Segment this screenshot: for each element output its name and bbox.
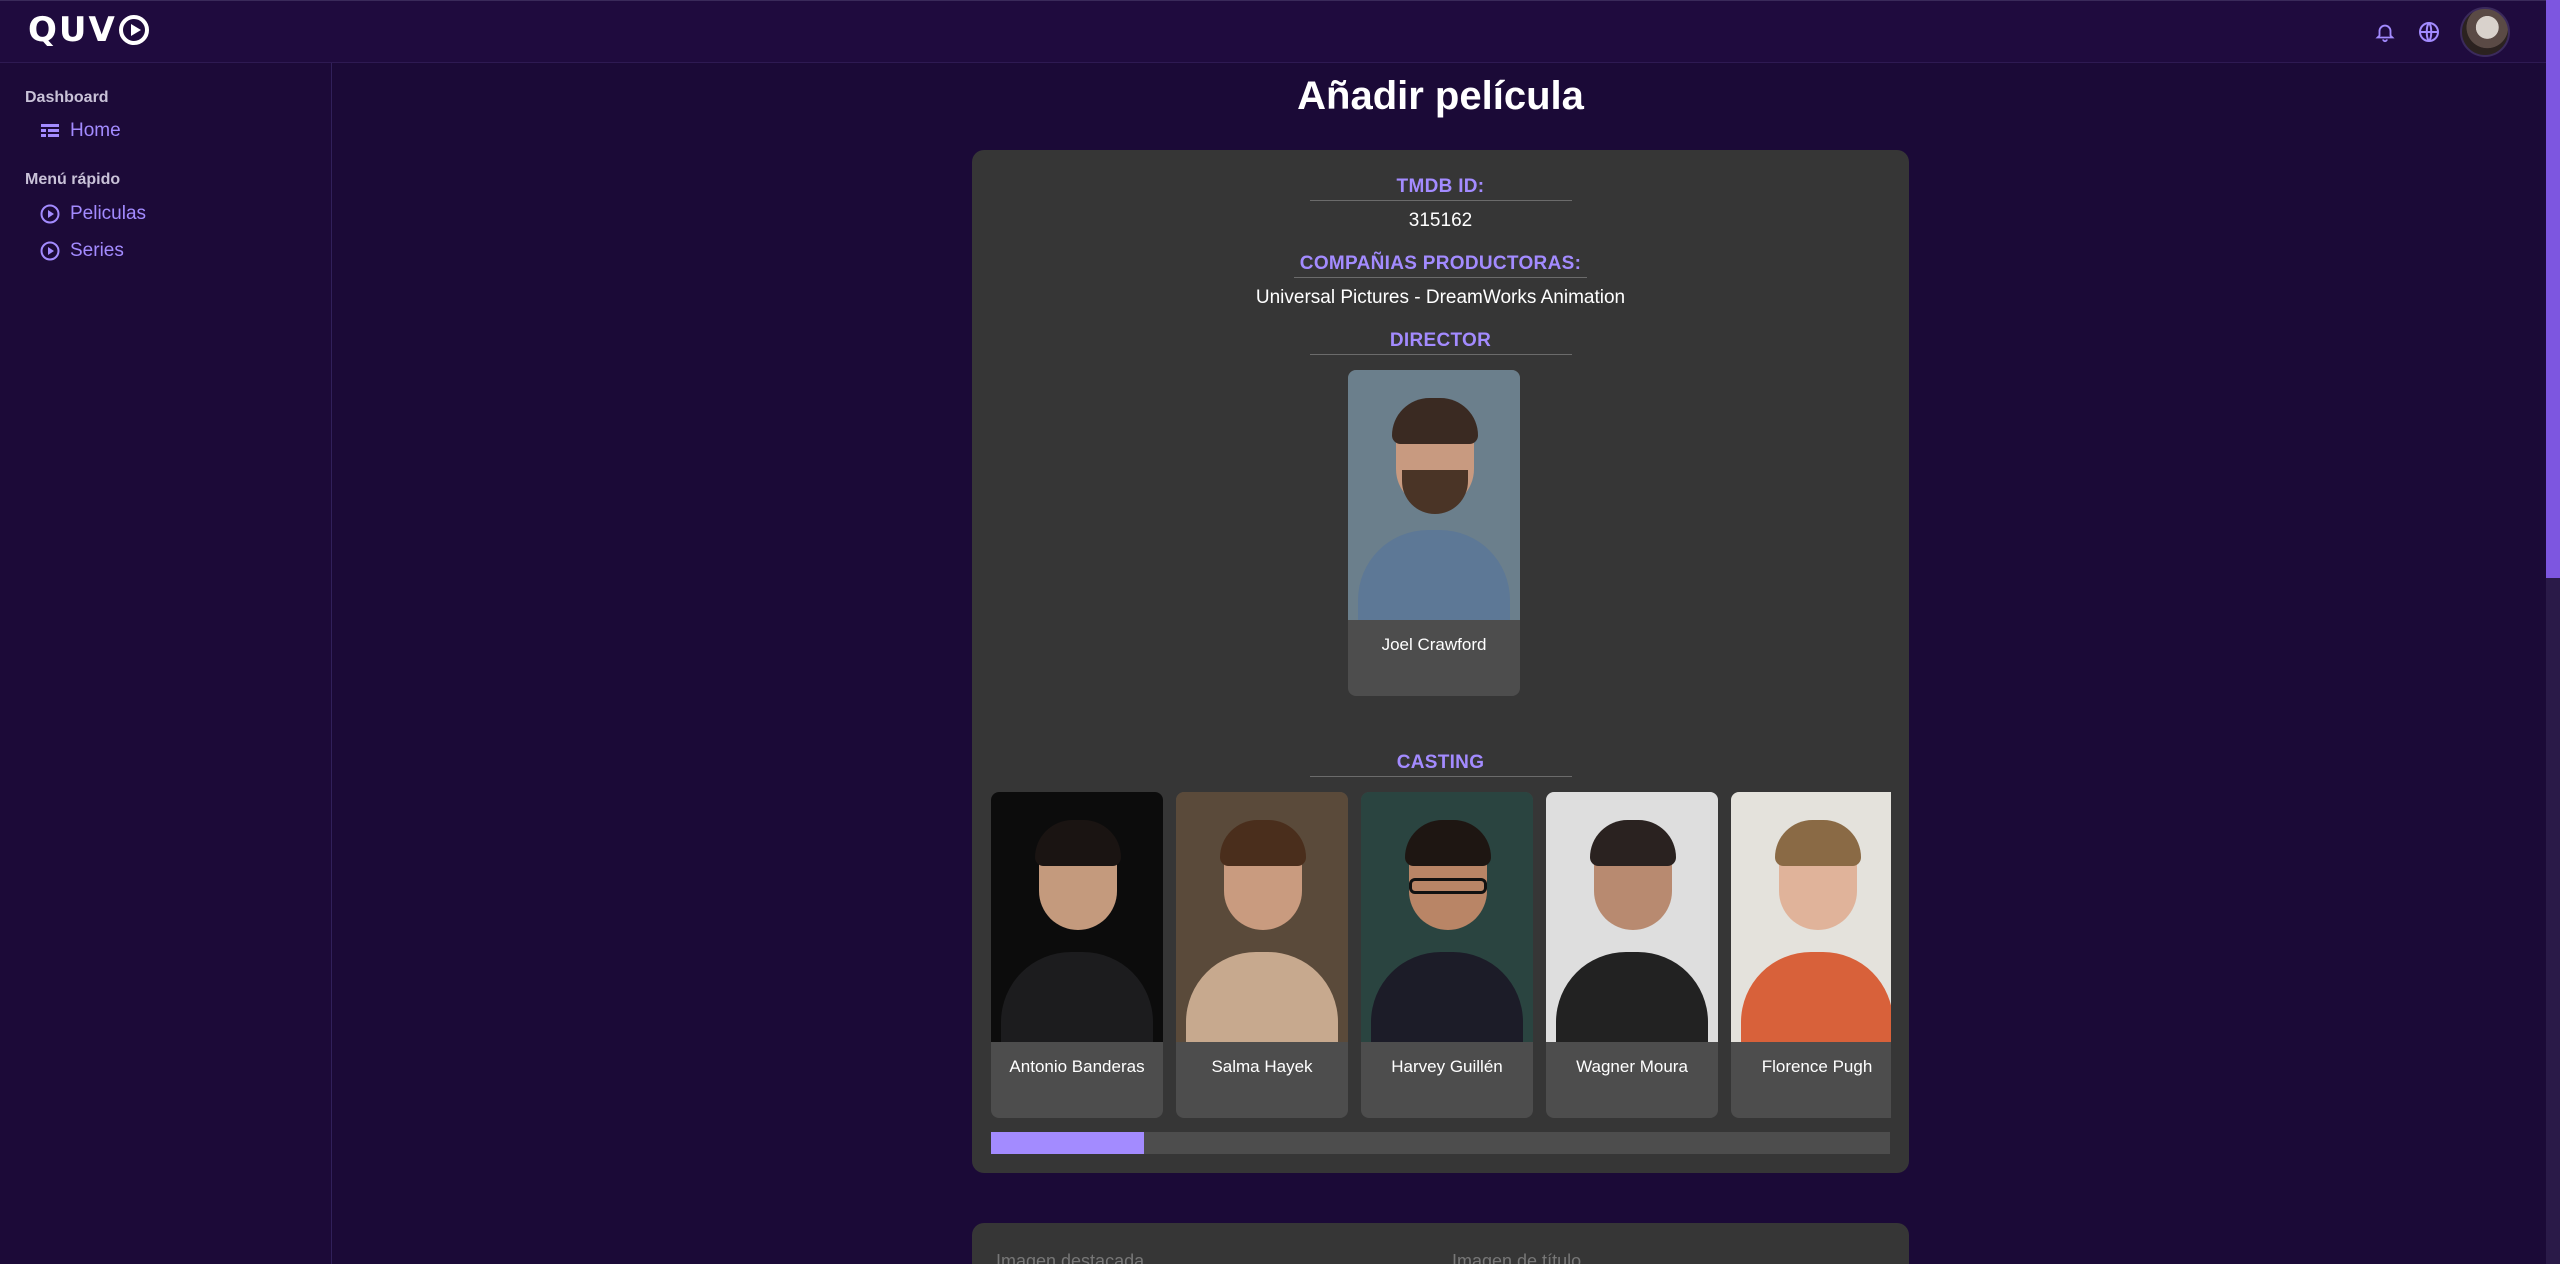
companies-value: Universal Pictures - DreamWorks Animatio…: [1255, 287, 1626, 308]
cast-name: Wagner Moura: [1576, 1057, 1688, 1076]
cast-photo: [1176, 792, 1348, 1042]
sidebar-item-label: Series: [70, 240, 124, 261]
images-card: Imagen destacada Imagen de título: [972, 1223, 1909, 1264]
cast-name: Salma Hayek: [1211, 1057, 1313, 1076]
globe-icon[interactable]: [2416, 19, 2442, 45]
avatar[interactable]: [2460, 7, 2510, 57]
sidebar-section-dashboard: Dashboard: [25, 89, 109, 106]
cast-card[interactable]: Salma Hayek: [1176, 792, 1348, 1118]
cast-photo: [991, 792, 1163, 1042]
cast-card[interactable]: Antonio Banderas: [991, 792, 1163, 1118]
director-label: DIRECTOR: [972, 330, 1909, 355]
casting-label: CASTING: [972, 752, 1909, 777]
director-photo: [1348, 370, 1520, 620]
top-bar: QUV: [0, 0, 2546, 63]
featured-image-label: Imagen destacada: [996, 1251, 1145, 1264]
casting-scrollbar-thumb[interactable]: [991, 1132, 1144, 1154]
sidebar-item-peliculas[interactable]: Peliculas: [40, 203, 146, 225]
logo-play-icon: [118, 15, 149, 45]
sidebar-item-home[interactable]: Home: [40, 120, 121, 142]
play-circle-icon: [40, 204, 60, 224]
cast-name: Antonio Banderas: [1009, 1057, 1145, 1076]
director-name: Joel Crawford: [1381, 635, 1487, 654]
dashboard-icon: [41, 124, 59, 137]
cast-photo: [1731, 792, 1891, 1042]
bell-icon[interactable]: [2372, 19, 2398, 45]
page-scrollbar-thumb[interactable]: [2546, 0, 2560, 578]
page-scrollbar[interactable]: [2546, 0, 2560, 1264]
title-image-label: Imagen de título: [1452, 1251, 1582, 1264]
logo-text: QUV: [28, 10, 117, 50]
cast-photo: [1546, 792, 1718, 1042]
cast-name: Florence Pugh: [1761, 1057, 1873, 1076]
director-card[interactable]: Joel Crawford: [1348, 370, 1520, 696]
sidebar-item-label: Peliculas: [70, 203, 147, 224]
play-circle-icon: [40, 241, 60, 261]
tmdb-label: TMDB ID:: [972, 176, 1909, 201]
sidebar: Dashboard Home Menú rápido Peliculas Ser…: [0, 63, 332, 1264]
cast-card[interactable]: Harvey Guillén: [1361, 792, 1533, 1118]
casting-scrollbar[interactable]: [991, 1132, 1890, 1154]
cast-card[interactable]: Florence Pugh: [1731, 792, 1891, 1118]
movie-details-card: TMDB ID: 315162 COMPAÑIAS PRODUCTORAS: U…: [972, 150, 1909, 1173]
companies-label: COMPAÑIAS PRODUCTORAS:: [972, 253, 1909, 278]
cast-card[interactable]: Wagner Moura: [1546, 792, 1718, 1118]
app-logo[interactable]: QUV: [28, 10, 149, 50]
cast-name: Harvey Guillén: [1391, 1057, 1503, 1076]
page-title: Añadir película: [1297, 74, 1584, 118]
sidebar-item-label: Home: [70, 120, 121, 141]
tmdb-value: 315162: [1408, 210, 1473, 231]
cast-photo: [1361, 792, 1533, 1042]
sidebar-item-series[interactable]: Series: [40, 240, 124, 262]
sidebar-section-quick-menu: Menú rápido: [25, 171, 121, 188]
